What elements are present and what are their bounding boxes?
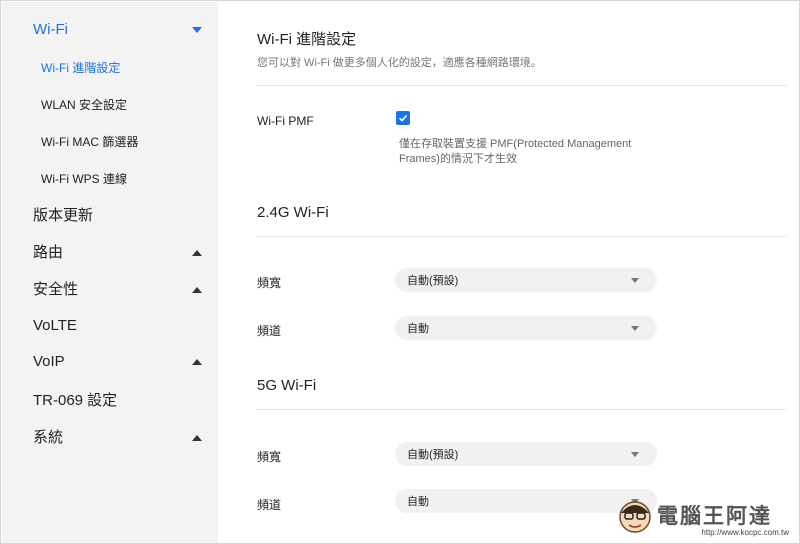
bandwidth-5g-select[interactable]: 自動(預設): [395, 442, 657, 466]
divider: [257, 236, 787, 237]
divider: [257, 409, 787, 410]
chevron-up-icon: [192, 250, 202, 256]
bandwidth-24g-label: 頻寬: [257, 276, 282, 290]
channel-5g-label: 頻道: [257, 498, 282, 512]
check-icon: [398, 114, 408, 122]
sidebar-subitem-mac-filter[interactable]: Wi-Fi MAC 篩選器: [41, 134, 138, 150]
sidebar-item-label: 安全性: [33, 281, 79, 298]
select-value: 自動(預設): [407, 275, 459, 287]
sidebar-item-firmware-update[interactable]: 版本更新: [33, 206, 202, 226]
pmf-label: Wi-Fi PMF: [257, 114, 314, 128]
channel-24g-label: 頻道: [257, 324, 282, 338]
watermark-url: http://www.kocpc.com.tw: [701, 528, 789, 537]
sidebar-item-label: 版本更新: [33, 207, 94, 224]
sidebar-item-label: Wi-Fi: [33, 21, 68, 38]
bandwidth-24g-select[interactable]: 自動(預設): [395, 268, 657, 292]
sidebar-item-label: 系統: [33, 429, 64, 446]
chevron-up-icon: [192, 287, 202, 293]
sidebar-item-label: 路由: [33, 244, 64, 261]
pmf-checkbox[interactable]: [396, 111, 410, 125]
pmf-hint: 僅在存取裝置支援 PMF(Protected Management Frames…: [399, 138, 632, 165]
main-content: Wi-Fi 進階設定 您可以對 Wi-Fi 做更多個人化的設定，適應各種網路環境…: [219, 1, 799, 543]
chevron-up-icon: [192, 435, 202, 441]
sidebar-item-routing[interactable]: 路由: [33, 243, 202, 263]
divider: [257, 85, 787, 86]
chevron-up-icon: [192, 359, 202, 365]
sidebar-item-security[interactable]: 安全性: [33, 280, 202, 300]
chevron-down-icon: [631, 277, 639, 283]
sidebar-item-label: VoIP: [33, 353, 65, 370]
channel-24g-select[interactable]: 自動: [395, 316, 657, 340]
select-value: 自動: [407, 323, 429, 335]
sidebar-item-label: TR-069 設定: [33, 392, 118, 409]
select-value: 自動: [407, 496, 429, 508]
select-value: 自動(預設): [407, 449, 459, 461]
watermark-logo: 電腦王阿達 http://www.kocpc.com.tw: [613, 493, 793, 537]
mascot-icon: [619, 501, 651, 533]
sidebar-subitem-wlan-security[interactable]: WLAN 安全設定: [41, 97, 127, 113]
section-title-24g: 2.4G Wi-Fi: [257, 204, 329, 221]
sidebar-item-system[interactable]: 系統: [33, 428, 202, 448]
sidebar-item-wifi[interactable]: Wi-Fi: [33, 20, 202, 40]
page-description: 您可以對 Wi-Fi 做更多個人化的設定，適應各種網路環境。: [257, 57, 542, 69]
watermark-text: 電腦王阿達: [657, 504, 772, 528]
sidebar-subitem-wps[interactable]: Wi-Fi WPS 連線: [41, 171, 127, 187]
sidebar-item-tr069[interactable]: TR-069 設定: [33, 391, 202, 411]
chevron-down-icon: [192, 27, 202, 33]
sidebar-item-label: VoLTE: [33, 317, 77, 334]
router-settings-window: Wi-Fi Wi-Fi 進階設定 WLAN 安全設定 Wi-Fi MAC 篩選器…: [0, 0, 800, 544]
sidebar: Wi-Fi Wi-Fi 進階設定 WLAN 安全設定 Wi-Fi MAC 篩選器…: [2, 2, 218, 543]
chevron-down-icon: [631, 451, 639, 457]
section-title-5g: 5G Wi-Fi: [257, 377, 317, 394]
chevron-down-icon: [631, 325, 639, 331]
sidebar-item-volte[interactable]: VoLTE: [33, 316, 202, 336]
page-title: Wi-Fi 進階設定: [257, 31, 357, 48]
sidebar-item-voip[interactable]: VoIP: [33, 352, 202, 372]
bandwidth-5g-label: 頻寬: [257, 450, 282, 464]
sidebar-subitem-wifi-advanced[interactable]: Wi-Fi 進階設定: [41, 60, 120, 76]
